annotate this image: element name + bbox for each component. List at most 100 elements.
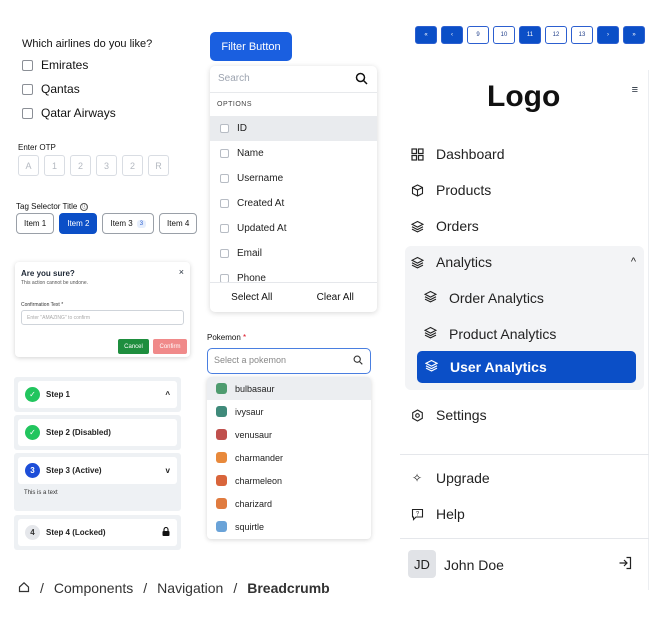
step-number-badge: 4	[25, 525, 40, 540]
page-button[interactable]: 9	[467, 26, 489, 44]
tag-item-4[interactable]: Item 4	[159, 213, 198, 234]
layers-icon	[410, 219, 424, 233]
pokemon-option[interactable]: bulbasaur	[207, 377, 371, 400]
tag-label: Item 3	[110, 219, 133, 228]
last-page-button[interactable]: »	[623, 26, 645, 44]
confirm-button[interactable]: Confirm	[153, 339, 187, 354]
tag-item-3[interactable]: Item 33	[102, 213, 155, 234]
breadcrumb-separator: /	[143, 580, 148, 596]
avatar[interactable]: JD	[408, 550, 436, 578]
sidebar-item-orders[interactable]: Orders	[410, 218, 479, 234]
tag-item-2[interactable]: Item 2	[59, 213, 98, 234]
pokemon-name: charizard	[235, 498, 273, 509]
page-button-current[interactable]: 11	[519, 26, 541, 44]
pokemon-option[interactable]: charmander	[207, 446, 371, 469]
pokemon-placeholder: Select a pokemon	[214, 355, 287, 365]
pokemon-option[interactable]: ivysaur	[207, 400, 371, 423]
pokemon-option[interactable]: squirtle	[207, 515, 371, 538]
pokemon-name: charmeleon	[235, 475, 283, 486]
otp-digit[interactable]: A	[18, 155, 39, 176]
collapse-sidebar-icon[interactable]: ≡	[632, 84, 638, 96]
filter-option-updated-at[interactable]: Updated At	[210, 216, 377, 241]
filter-footer: Select All Clear All	[210, 282, 377, 312]
page-button[interactable]: 13	[571, 26, 593, 44]
home-icon[interactable]	[18, 580, 30, 596]
otp-digit[interactable]: 2	[122, 155, 143, 176]
sidebar-item-upgrade[interactable]: ✧ Upgrade	[410, 470, 490, 486]
cancel-button[interactable]: Cancel	[118, 339, 149, 354]
filter-option-created-at[interactable]: Created At	[210, 191, 377, 216]
tag-item-1[interactable]: Item 1	[16, 213, 55, 234]
checkbox-icon[interactable]	[220, 149, 229, 158]
checkbox-qantas[interactable]: Qantas	[22, 82, 80, 96]
airlines-question: Which airlines do you like?	[22, 38, 153, 50]
pokemon-name: venusaur	[235, 429, 273, 440]
sidebar-subitem-product-analytics[interactable]: Product Analytics	[423, 326, 556, 342]
clear-all-button[interactable]: Clear All	[294, 283, 378, 312]
sidebar-item-products[interactable]: Products	[410, 182, 491, 198]
logout-icon[interactable]	[618, 556, 632, 573]
checkbox-icon[interactable]	[22, 107, 33, 119]
tag-selector-title: Tag Selector Title ⓘ	[16, 202, 89, 211]
venusaur-icon	[216, 429, 227, 440]
tag-selector: Item 1 Item 2 Item 33 Item 4	[16, 213, 198, 234]
checkbox-icon[interactable]	[22, 83, 33, 95]
tag-selector-title-text: Tag Selector Title	[16, 202, 78, 211]
sidebar-item-help[interactable]: ? Help	[410, 506, 465, 522]
pokemon-option[interactable]: charizard	[207, 492, 371, 515]
select-all-button[interactable]: Select All	[210, 283, 294, 312]
info-icon[interactable]: ⓘ	[80, 202, 89, 211]
chevron-up-icon[interactable]: ^	[631, 256, 636, 268]
checkbox-icon[interactable]	[220, 249, 229, 258]
sidebar-item-settings[interactable]: Settings	[410, 407, 487, 423]
step-label: Step 3 (Active)	[46, 466, 102, 475]
checkbox-emirates[interactable]: Emirates	[22, 58, 88, 72]
filter-search-input[interactable]: Search	[210, 66, 377, 93]
prev-page-button[interactable]: ‹	[441, 26, 463, 44]
pokemon-list: bulbasaur ivysaur venusaur charmander ch…	[207, 377, 371, 539]
sidebar-item-dashboard[interactable]: Dashboard	[410, 146, 505, 162]
filter-option-email[interactable]: Email	[210, 241, 377, 266]
bulbasaur-icon	[216, 383, 227, 394]
page-button[interactable]: 12	[545, 26, 567, 44]
tag-label: Item 4	[167, 219, 190, 228]
step-label: Step 1	[46, 390, 71, 399]
sidebar-item-label: Analytics	[436, 254, 493, 270]
chevron-up-icon[interactable]: ^	[165, 390, 170, 399]
pokemon-option[interactable]: charmeleon	[207, 469, 371, 492]
checkbox-icon[interactable]	[22, 59, 33, 71]
step-3[interactable]: 3 Step 3 (Active) v This is a text	[14, 453, 181, 511]
sidebar-item-analytics[interactable]: Analytics ^	[410, 254, 636, 270]
step-label: Step 4 (Locked)	[46, 528, 106, 537]
filter-option-id[interactable]: ID	[210, 116, 377, 141]
checkbox-qatar-airways[interactable]: Qatar Airways	[22, 106, 116, 120]
step-1[interactable]: ✓ Step 1 ^	[14, 377, 181, 412]
otp-digit[interactable]: 1	[44, 155, 65, 176]
sidebar-subitem-order-analytics[interactable]: Order Analytics	[423, 290, 544, 306]
confirmation-text-input[interactable]: Enter "AMAZING" to confirm	[21, 310, 184, 325]
next-page-button[interactable]: ›	[597, 26, 619, 44]
checkbox-icon[interactable]	[220, 199, 229, 208]
page-button[interactable]: 10	[493, 26, 515, 44]
filter-button[interactable]: Filter Button	[210, 32, 292, 61]
sidebar-item-label: Settings	[436, 407, 487, 423]
layers-icon	[423, 290, 438, 306]
otp-digit[interactable]: 2	[70, 155, 91, 176]
filter-option-name[interactable]: Name	[210, 141, 377, 166]
otp-digit[interactable]: 3	[96, 155, 117, 176]
pokemon-select-input[interactable]: Select a pokemon	[207, 348, 371, 374]
breadcrumb-link[interactable]: Components	[54, 580, 133, 596]
sidebar-subitem-user-analytics[interactable]: User Analytics	[417, 351, 636, 383]
first-page-button[interactable]: «	[415, 26, 437, 44]
close-icon[interactable]: ×	[179, 267, 184, 277]
checkbox-icon[interactable]	[220, 124, 229, 133]
sidebar-item-label: Orders	[436, 218, 479, 234]
filter-option-username[interactable]: Username	[210, 166, 377, 191]
breadcrumb-link[interactable]: Navigation	[157, 580, 223, 596]
otp-digit[interactable]: R	[148, 155, 169, 176]
checkbox-icon[interactable]	[220, 174, 229, 183]
checkbox-icon[interactable]	[220, 224, 229, 233]
pokemon-option[interactable]: venusaur	[207, 423, 371, 446]
otp-inputs: A 1 2 3 2 R	[18, 155, 169, 176]
chevron-down-icon[interactable]: v	[166, 466, 170, 475]
